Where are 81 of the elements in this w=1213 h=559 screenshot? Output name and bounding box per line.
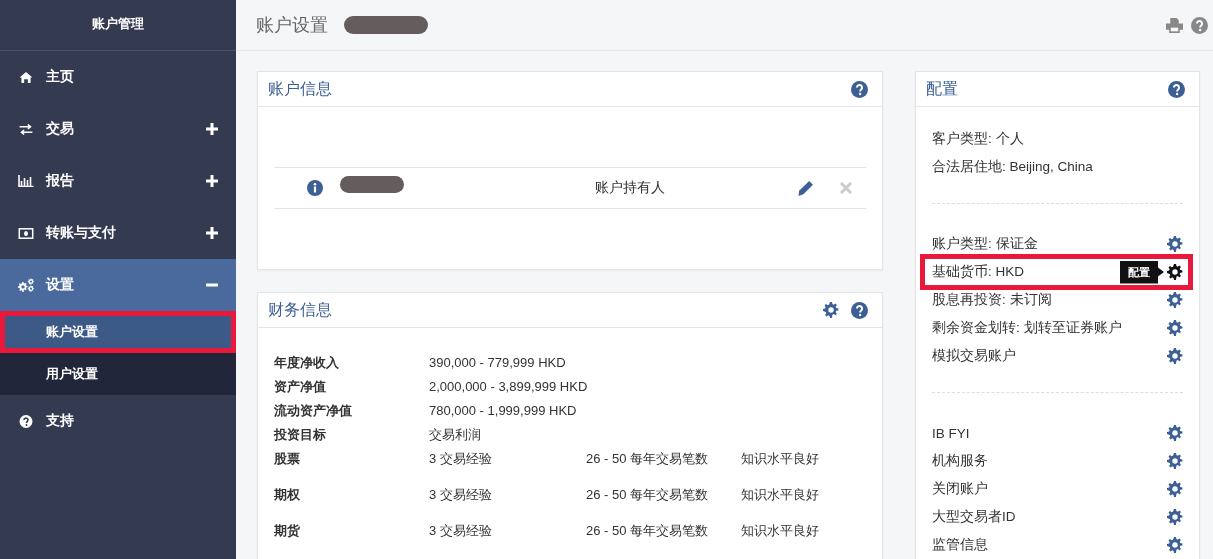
page-title: 账户设置 — [256, 14, 328, 37]
setting-text: 机构服务 — [932, 452, 988, 470]
settings-icon[interactable] — [1167, 537, 1183, 553]
table-cell-text: 3 交易经验 — [429, 522, 493, 540]
card-title: 财务信息 — [268, 299, 332, 320]
setting-text: 股息再投资: 未订阅 — [932, 291, 1052, 309]
settings-icon[interactable] — [1167, 264, 1183, 280]
nav-item[interactable]: 报告 — [0, 155, 236, 207]
expand-icon[interactable] — [206, 227, 218, 239]
nav-item[interactable]: 设置 — [0, 259, 236, 311]
row-label: 年度净收入 — [274, 354, 340, 372]
table-cell-text: 知识水平良好 — [741, 486, 820, 504]
table-cell-text: 知识水平良好 — [741, 522, 820, 540]
setting-text: 客户类型: 个人 — [932, 130, 1024, 148]
tooltip: 配置 — [1120, 260, 1164, 284]
setting-text: 剩余资金划转: 划转至证券账户 — [932, 319, 1122, 337]
nav-subitem[interactable]: 用户设置 — [0, 353, 236, 395]
nav-subitem[interactable]: 账户设置 — [0, 311, 236, 353]
settings-icon[interactable] — [1167, 425, 1183, 441]
settings-icon[interactable] — [1167, 348, 1183, 364]
setting-text: 账户类型: 保证金 — [932, 235, 1038, 253]
info-icon[interactable] — [307, 180, 323, 196]
help-icon[interactable] — [1191, 16, 1208, 34]
nav-label: 报告 — [46, 172, 75, 190]
table-cell-text: 知识水平良好 — [741, 450, 820, 468]
nav-label: 交易 — [46, 120, 75, 138]
settings-icon[interactable] — [1167, 236, 1183, 252]
redaction-mark — [340, 175, 404, 193]
card-title: 账户信息 — [268, 78, 332, 99]
help-icon — [18, 414, 34, 428]
settings-icon[interactable] — [1167, 509, 1183, 525]
settings-icon[interactable] — [823, 302, 839, 318]
table-cell-text: 780,000 - 1,999,999 HKD — [429, 402, 578, 420]
expand-icon[interactable] — [206, 123, 218, 135]
table-cell-text: 交易利润 — [429, 426, 482, 444]
banknote-icon — [18, 227, 34, 239]
setting-text: 监管信息 — [932, 536, 988, 554]
nav-item[interactable]: 转账与支付 — [0, 207, 236, 259]
settings-icon[interactable] — [1167, 320, 1183, 336]
gears-icon — [18, 277, 34, 293]
help-icon[interactable] — [1168, 80, 1185, 98]
setting-text: 关闭账户 — [932, 480, 988, 498]
help-icon[interactable] — [851, 80, 868, 98]
help-icon[interactable] — [851, 301, 868, 319]
nav-label: 设置 — [46, 276, 75, 294]
sidebar-title: 账户管理 — [0, 0, 236, 51]
print-icon[interactable] — [1166, 17, 1183, 33]
setting-text: 合法居住地: Beijing, China — [932, 158, 1093, 176]
nav-label: 转账与支付 — [46, 224, 117, 242]
setting-text: 基础货币: HKD — [932, 263, 1024, 281]
setting-text: 模拟交易账户 — [932, 347, 1016, 365]
expand-icon[interactable] — [206, 175, 218, 187]
setting-text: IB FYI — [932, 425, 970, 441]
row-label: 期权 — [274, 486, 301, 504]
nav-item[interactable]: 主页 — [0, 51, 236, 103]
settings-icon[interactable] — [1167, 481, 1183, 497]
table-cell-text: 2,000,000 - 3,899,999 HKD — [429, 378, 589, 396]
table-cell-text: 3 交易经验 — [429, 486, 493, 504]
nav-item[interactable]: 支持 — [0, 395, 236, 447]
row-label: 股票 — [274, 450, 301, 468]
account-role: 账户持有人 — [595, 179, 666, 197]
table-cell-text: 26 - 50 每年交易笔数 — [586, 486, 710, 504]
bar-chart-icon — [18, 175, 34, 187]
row-label: 投资目标 — [274, 426, 327, 444]
setting-text: 大型交易者ID — [932, 508, 1016, 526]
card-title: 配置 — [926, 78, 958, 99]
settings-icon[interactable] — [1167, 292, 1183, 308]
settings-icon[interactable] — [1167, 453, 1183, 469]
table-cell-text: 26 - 50 每年交易笔数 — [586, 522, 710, 540]
nav-label: 支持 — [46, 412, 75, 430]
nav-item[interactable]: 交易 — [0, 103, 236, 155]
swap-arrows-icon — [18, 123, 34, 135]
table-cell-text: 26 - 50 每年交易笔数 — [586, 450, 710, 468]
row-label: 期货 — [274, 522, 301, 540]
nav-label: 主页 — [46, 68, 75, 86]
table-cell-text: 390,000 - 779,999 HKD — [429, 354, 567, 372]
home-icon — [18, 71, 34, 83]
row-label: 流动资产净值 — [274, 402, 353, 420]
table-cell-text: 3 交易经验 — [429, 450, 493, 468]
row-label: 资产净值 — [274, 378, 327, 396]
pencil-icon[interactable] — [797, 179, 814, 197]
